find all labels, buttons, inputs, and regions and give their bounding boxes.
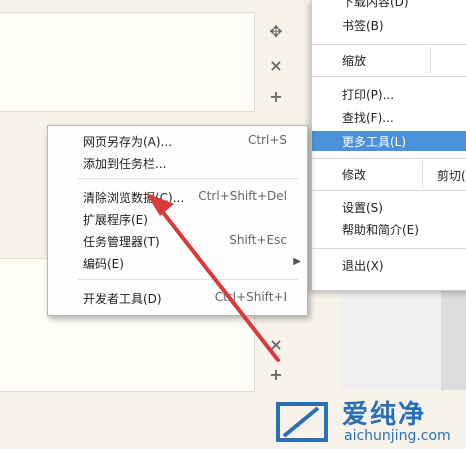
annotation-arrow	[146, 193, 280, 362]
watermark: 爱纯净 aichunjing.com	[270, 392, 466, 449]
watermark-url: aichunjing.com	[344, 428, 451, 444]
watermark-brand: 爱纯净	[342, 400, 427, 430]
brand-logo-icon	[276, 402, 328, 442]
